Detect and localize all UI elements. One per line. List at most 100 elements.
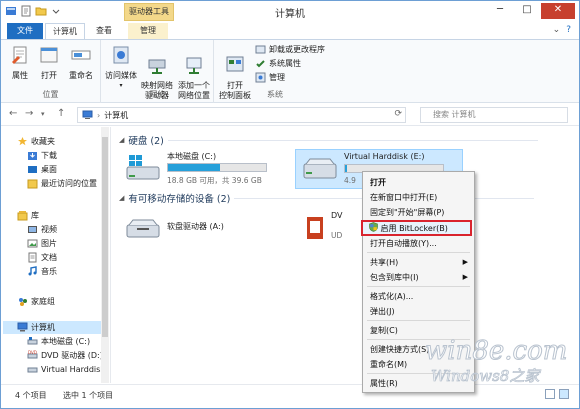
- menu-separator: [367, 320, 470, 321]
- address-bar-row: ← → ▾ ↑ › 计算机 ⟳ 搜索 计算机: [1, 104, 579, 126]
- recent-locations-chevron-icon[interactable]: ▾: [41, 110, 45, 118]
- system-properties-button[interactable]: 系统属性: [255, 58, 301, 69]
- nav-downloads[interactable]: 下载: [27, 149, 57, 162]
- item-count: 4 个项目: [15, 391, 47, 400]
- refresh-icon[interactable]: ⟳: [394, 109, 402, 119]
- large-icons-view-icon[interactable]: [559, 389, 569, 399]
- nav-recent-places[interactable]: 最近访问的位置: [27, 177, 97, 190]
- ribbon-group-label-location: 位置: [42, 90, 59, 99]
- hard-drive-icon: [27, 337, 38, 345]
- maximize-button[interactable]: □: [514, 3, 540, 19]
- device-dvd-drive[interactable]: DV UD: [295, 209, 355, 249]
- document-icon: [28, 252, 37, 263]
- nav-pictures[interactable]: 图片: [27, 237, 57, 250]
- nav-favorites[interactable]: 收藏夹: [17, 135, 55, 148]
- view-toggle: [545, 389, 569, 399]
- nav-virtual-harddisk[interactable]: Virtual Harddisk: [27, 363, 105, 376]
- device-info: UD: [331, 231, 343, 240]
- details-view-icon[interactable]: [545, 389, 555, 399]
- group-header-hard-disks[interactable]: ◢ 硬盘 (2): [119, 133, 538, 147]
- tab-computer[interactable]: 计算机: [45, 23, 85, 39]
- rename-icon: [71, 50, 91, 60]
- up-button[interactable]: ↑: [57, 108, 65, 119]
- nav-music[interactable]: 音乐: [27, 265, 57, 278]
- menu-item-eject[interactable]: 弹出(J): [365, 305, 472, 318]
- music-icon: [28, 266, 37, 276]
- expand-ribbon-icon[interactable]: ⌄: [553, 25, 561, 35]
- menu-item-format[interactable]: 格式化(A)...: [365, 290, 472, 303]
- video-icon: [28, 226, 37, 233]
- back-button[interactable]: ←: [9, 108, 17, 119]
- ribbon: 属性 打开 重命名 位置 访问媒体 ▾ 映射网络 驱动器 添加一个 网络位置 网…: [1, 39, 579, 103]
- menu-item-pin-to-start[interactable]: 固定到"开始"屏幕(P): [365, 206, 472, 219]
- nav-computer[interactable]: 计算机: [3, 321, 109, 334]
- breadcrumb-separator-icon: ›: [97, 110, 101, 120]
- properties-button[interactable]: 属性: [7, 44, 33, 81]
- menu-item-include-in-library[interactable]: 包含到库中(I) ▶: [365, 271, 472, 284]
- nav-libraries[interactable]: 库: [17, 209, 39, 222]
- picture-icon: [27, 239, 38, 248]
- menu-item-open-new-window[interactable]: 在新窗口中打开(E): [365, 191, 472, 204]
- watermark-sub: Windows8之家: [431, 367, 541, 385]
- title-bar: 驱动器工具 计算机 ─ □ ✕: [1, 1, 579, 23]
- scrollbar-thumb[interactable]: [102, 137, 108, 337]
- manage-button[interactable]: 管理: [255, 72, 285, 83]
- uninstall-programs-button[interactable]: 卸载或更改程序: [255, 44, 325, 55]
- tab-view[interactable]: 查看: [87, 23, 121, 39]
- close-button[interactable]: ✕: [541, 3, 575, 19]
- nav-desktop[interactable]: 桌面: [27, 163, 57, 176]
- tab-manage[interactable]: 管理: [128, 23, 168, 39]
- menu-item-share[interactable]: 共享(H) ▶: [365, 256, 472, 269]
- nav-videos[interactable]: 视频: [27, 223, 57, 236]
- hard-drive-icon: [303, 158, 337, 179]
- open-button[interactable]: 打开: [37, 44, 61, 81]
- drive-local-disk-c[interactable]: 本地磁盘 (C:) 18.8 GB 可用，共 39.6 GB: [119, 149, 285, 189]
- svg-text:DVD: DVD: [28, 350, 37, 355]
- submenu-arrow-icon: ▶: [462, 258, 468, 266]
- menu-item-open-autoplay[interactable]: 打开自动播放(Y)...: [365, 237, 472, 250]
- nav-local-disk-c[interactable]: 本地磁盘 (C:): [27, 335, 90, 348]
- selected-count: 选中 1 个项目: [63, 391, 114, 400]
- capacity-bar: [167, 163, 267, 172]
- menu-separator: [367, 252, 470, 253]
- floppy-drive-icon: [126, 219, 160, 238]
- rename-button[interactable]: 重命名: [65, 44, 97, 81]
- map-network-drive-button[interactable]: 映射网络 驱动器: [140, 44, 174, 111]
- minimize-button[interactable]: ─: [487, 3, 513, 19]
- properties-icon: [12, 46, 27, 64]
- nav-dvd-drive-d[interactable]: DVD DVD 驱动器 (D:): [27, 349, 103, 362]
- programs-icon: [255, 45, 266, 54]
- access-media-button[interactable]: 访问媒体 ▾: [104, 44, 138, 91]
- menu-item-open[interactable]: 打开: [365, 176, 472, 189]
- breadcrumb-computer[interactable]: 计算机: [104, 110, 128, 121]
- windows-drive-icon: [126, 155, 160, 180]
- ribbon-group-location: 属性 打开 重命名 位置: [1, 40, 101, 103]
- menu-item-turn-on-bitlocker[interactable]: 启用 BitLocker(B): [361, 220, 472, 236]
- nav-pane-scrollbar[interactable]: [101, 127, 109, 383]
- desktop-icon: [28, 166, 37, 173]
- capacity-fill: [168, 164, 220, 171]
- star-icon: [18, 137, 27, 146]
- explorer-window: 驱动器工具 计算机 ─ □ ✕ 文件 计算机 查看 管理 ⌄ ? 属性 打开 重…: [0, 0, 580, 409]
- ribbon-tabs: 文件 计算机 查看 管理 ⌄ ?: [1, 23, 579, 39]
- collapse-chevron-icon[interactable]: ◢: [119, 136, 124, 144]
- network-drive-icon: [148, 59, 166, 74]
- ribbon-group-label-network: 网络: [149, 90, 166, 99]
- search-input[interactable]: 搜索 计算机: [420, 107, 568, 123]
- add-network-location-button[interactable]: 添加一个 网络位置: [176, 44, 212, 111]
- collapse-chevron-icon[interactable]: ◢: [119, 194, 124, 202]
- nav-documents[interactable]: 文档: [27, 251, 57, 264]
- address-bar[interactable]: › 计算机 ⟳: [77, 107, 406, 123]
- tab-file[interactable]: 文件: [7, 23, 43, 39]
- forward-button[interactable]: →: [25, 108, 33, 119]
- drive-capacity-text: 4.9: [344, 176, 356, 185]
- help-icon[interactable]: ?: [566, 25, 571, 35]
- device-name: DV: [331, 211, 343, 220]
- recent-places-icon: [27, 179, 38, 189]
- open-control-panel-button[interactable]: 打开 控制面板: [219, 44, 251, 111]
- network-location-icon: [186, 57, 202, 74]
- window-controls: ─ □ ✕: [487, 3, 575, 19]
- drive-name: Virtual Harddisk (E:): [344, 152, 425, 161]
- nav-homegroup[interactable]: 家庭组: [17, 295, 55, 308]
- device-floppy-a[interactable]: 软盘驱动器 (A:): [119, 209, 285, 249]
